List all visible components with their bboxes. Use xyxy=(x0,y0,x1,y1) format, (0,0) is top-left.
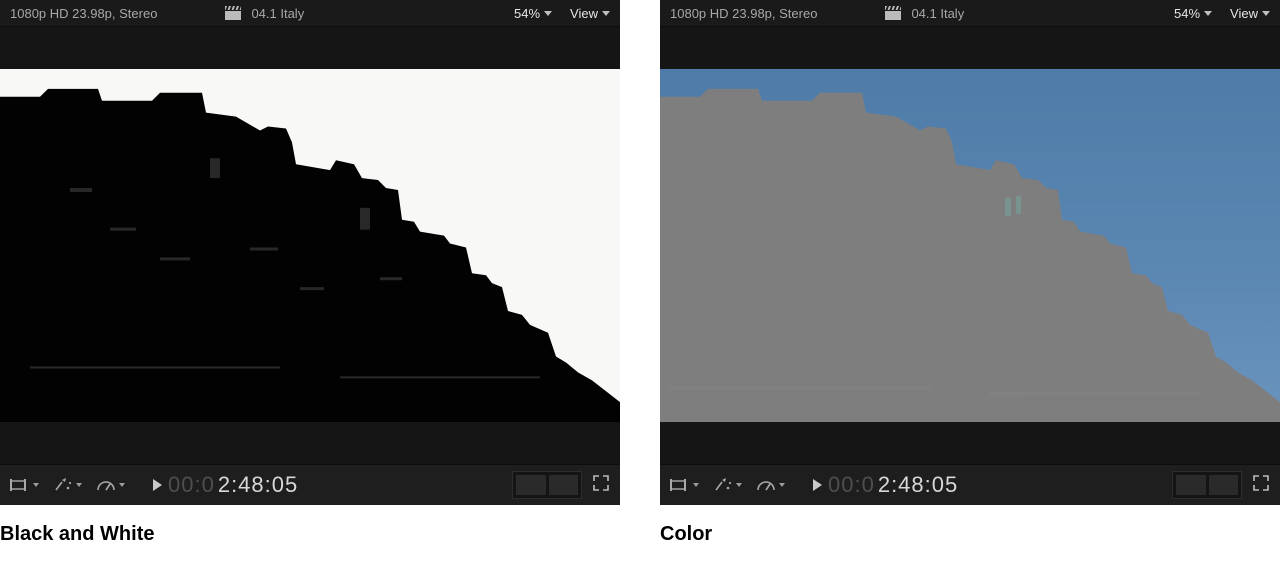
viewer-top-bar: 1080p HD 23.98p, Stereo xyxy=(0,0,620,26)
viewer-top-bar: 1080p HD 23.98p, Stereo xyxy=(660,0,1280,26)
viewer-color: 1080p HD 23.98p, Stereo xyxy=(660,0,1280,505)
play-button[interactable] xyxy=(153,479,162,491)
retime-enhance-tool[interactable] xyxy=(713,477,742,493)
clip-name: 04.1 Italy xyxy=(251,6,304,21)
letterbox xyxy=(660,27,1280,69)
format-info: 1080p HD 23.98p, Stereo xyxy=(10,6,157,21)
timecode-dim: 00:0 xyxy=(168,472,215,498)
meter-bar xyxy=(516,475,546,495)
chevron-down-icon xyxy=(736,483,742,487)
meter-bar xyxy=(549,475,579,495)
letterbox xyxy=(660,422,1280,464)
clapperboard-icon xyxy=(225,6,241,20)
viewer-bw: 1080p HD 23.98p, Stereo xyxy=(0,0,620,505)
letterbox xyxy=(0,27,620,69)
frame-building-silhouette xyxy=(0,69,620,422)
view-dropdown[interactable]: View xyxy=(570,6,610,21)
chevron-down-icon xyxy=(119,483,125,487)
speed-gauge-tool[interactable] xyxy=(96,477,125,493)
audio-meters[interactable] xyxy=(1172,471,1242,499)
zoom-value: 54% xyxy=(514,6,540,21)
clip-name: 04.1 Italy xyxy=(911,6,964,21)
chevron-down-icon xyxy=(544,11,552,16)
trim-tool[interactable] xyxy=(670,478,699,492)
zoom-value: 54% xyxy=(1174,6,1200,21)
view-dropdown[interactable]: View xyxy=(1230,6,1270,21)
chevron-down-icon xyxy=(33,483,39,487)
speed-gauge-tool[interactable] xyxy=(756,477,785,493)
viewer-canvas[interactable] xyxy=(0,26,620,465)
frame-building-silhouette xyxy=(660,69,1280,422)
timecode[interactable]: 2:48:05 xyxy=(878,472,958,498)
zoom-dropdown[interactable]: 54% xyxy=(1174,6,1212,21)
zoom-dropdown[interactable]: 54% xyxy=(514,6,552,21)
meter-bar xyxy=(1176,475,1206,495)
meter-bar xyxy=(1209,475,1239,495)
chevron-down-icon xyxy=(76,483,82,487)
trim-tool[interactable] xyxy=(10,478,39,492)
letterbox xyxy=(0,422,620,464)
timecode-dim: 00:0 xyxy=(828,472,875,498)
format-info: 1080p HD 23.98p, Stereo xyxy=(670,6,817,21)
viewer-canvas[interactable] xyxy=(660,26,1280,465)
retime-enhance-tool[interactable] xyxy=(53,477,82,493)
fullscreen-button[interactable] xyxy=(592,474,610,497)
chevron-down-icon xyxy=(602,11,610,16)
chevron-down-icon xyxy=(1262,11,1270,16)
chevron-down-icon xyxy=(1204,11,1212,16)
timecode[interactable]: 2:48:05 xyxy=(218,472,298,498)
fullscreen-button[interactable] xyxy=(1252,474,1270,497)
view-label: View xyxy=(570,6,598,21)
panel-caption: Black and White xyxy=(0,523,620,546)
audio-meters[interactable] xyxy=(512,471,582,499)
viewer-bottom-bar: 00:0 2:48:05 xyxy=(660,465,1280,505)
clapperboard-icon xyxy=(885,6,901,20)
panel-caption: Color xyxy=(660,523,1280,546)
chevron-down-icon xyxy=(693,483,699,487)
chevron-down-icon xyxy=(779,483,785,487)
play-button[interactable] xyxy=(813,479,822,491)
view-label: View xyxy=(1230,6,1258,21)
viewer-bottom-bar: 00:0 2:48:05 xyxy=(0,465,620,505)
